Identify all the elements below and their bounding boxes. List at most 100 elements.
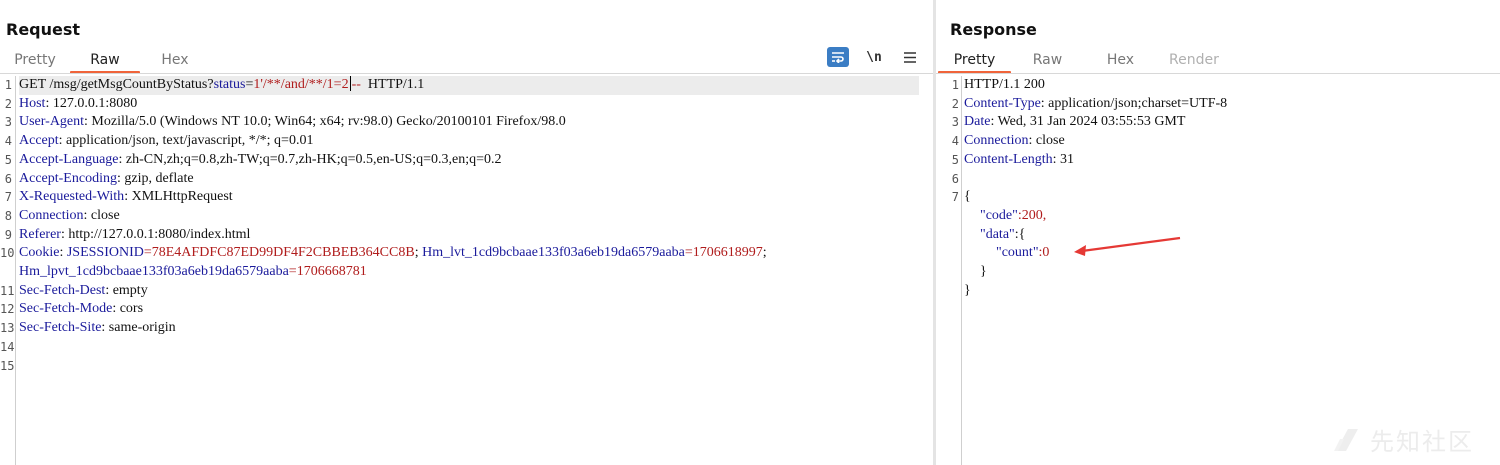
header-line: Accept-Encoding: gzip, deflate [19,170,933,189]
request-editor[interactable]: 1 2 3 4 5 6 7 8 9 10 11 12 13 14 15 GET … [0,76,933,465]
watermark: 先知社区 [1332,422,1474,457]
header-name: Content-Length [964,151,1053,167]
header-value: : close [83,207,120,223]
http-version: HTTP/1.1 [367,77,425,92]
header-value: : Wed, 31 Jan 2024 03:55:53 GMT [990,114,1186,130]
cookie-name: JSESSIONID [66,245,144,261]
status-line: HTTP/1.1 200 [964,77,1045,92]
show-newlines-button[interactable]: \n [863,47,885,67]
response-tab-hex[interactable]: Hex [1084,50,1157,74]
json-value: :0 [1038,245,1050,261]
cookie-header-line-wrapped: Hm_lpvt_1cd9bcbaae133f03a6eb19da6579aaba… [19,263,933,282]
line-number: 4 [4,134,12,149]
response-tabs: Pretty Raw Hex Render [938,50,1230,74]
text-caret [349,76,351,91]
header-name: Referer [19,226,61,242]
header-value: : same-origin [101,320,176,336]
header-name: Sec-Fetch-Mode [19,301,113,317]
watermark-text: 先知社区 [1370,428,1474,456]
line-number: 3 [4,115,12,130]
line-number: 3 [951,115,959,130]
line-number: 14 [0,339,15,354]
options-menu-button[interactable] [899,47,921,67]
line-number: 12 [0,302,15,317]
line-number: 1 [951,78,959,92]
request-tab-hex[interactable]: Hex [140,50,210,74]
header-value: : zh-CN,zh;q=0.8,zh-TW;q=0.7,zh-HK;q=0.5… [118,151,502,167]
json-key: "code" [980,207,1018,223]
header-line: Referer: http://127.0.0.1:8080/index.htm… [19,226,933,245]
query-param-value-tail: -- [351,77,368,92]
cookie-name: Hm_lpvt_1cd9bcbaae133f03a6eb19da6579aaba [19,264,289,279]
line-number: 11 [0,283,15,298]
header-line: X-Requested-With: XMLHttpRequest [19,188,933,207]
header-line: Content-Length: 31 [964,151,1500,170]
cookie-value: =1706618997 [684,245,763,261]
line-number: 10 [0,246,15,261]
line-number: 2 [4,96,12,111]
header-value: : 31 [1052,151,1075,167]
header-name: Accept-Encoding [19,170,117,186]
wrap-lines-button[interactable] [827,47,849,67]
line-number: 9 [4,227,12,242]
header-value: : 127.0.0.1:8080 [45,95,138,111]
header-line: Host: 127.0.0.1:8080 [19,95,933,114]
header-line: Connection: close [964,132,1500,151]
json-data-line: "data":{ [964,226,1500,245]
query-param-name: status [213,77,246,92]
json-count-line: "count":0 [964,244,1500,263]
header-line: Date: Wed, 31 Jan 2024 03:55:53 GMT [964,113,1500,132]
header-value: : Mozilla/5.0 (Windows NT 10.0; Win64; x… [84,114,566,130]
request-tab-divider [0,73,933,74]
json-open-brace: { [964,189,971,205]
header-name: Sec-Fetch-Dest [19,282,106,298]
header-line: Sec-Fetch-Site: same-origin [19,319,933,338]
request-tab-raw[interactable]: Raw [70,50,140,74]
request-tab-pretty[interactable]: Pretty [0,50,70,74]
wrap-lines-icon [832,52,844,63]
cookie-value: =78E4AFDFC87ED99DF4F2CBBEB364CC8B [143,245,415,261]
header-line: Sec-Fetch-Dest: empty [19,282,933,301]
cookie-separator: ; [414,245,423,261]
response-tab-render[interactable]: Render [1157,50,1230,74]
request-toolbar: \n [827,47,921,67]
line-number: 13 [0,321,15,336]
header-line: Content-Type: application/json;charset=U… [964,95,1500,114]
response-tab-pretty[interactable]: Pretty [938,50,1011,74]
response-title: Response [950,20,1037,39]
response-editor[interactable]: 1 2 3 4 5 6 7 HTTP/1.1 200 Content-Type:… [936,76,1500,465]
request-pane: Request Pretty Raw Hex \n 1 2 3 4 5 6 7 … [0,0,933,465]
line-number: 7 [951,190,959,205]
json-key: "count" [996,245,1039,261]
header-name: Accept-Language [19,151,119,167]
cookie-header-line: Cookie: JSESSIONID=78E4AFDFC87ED99DF4F2C… [19,244,933,263]
request-tabs: Pretty Raw Hex [0,50,210,74]
json-code-line: "code":200, [964,207,1500,226]
header-value: : XMLHttpRequest [124,189,233,205]
line-number: 5 [4,152,12,167]
header-value: : gzip, deflate [116,170,194,186]
response-tab-raw[interactable]: Raw [1011,50,1084,74]
cookie-value: =1706668781 [288,264,367,279]
json-key: "data" [980,226,1015,242]
header-value: : cors [112,301,144,317]
hamburger-menu-icon [904,51,916,63]
header-name: Content-Type [964,95,1041,111]
header-value: : empty [105,282,148,298]
line-number: 7 [4,190,12,205]
query-param-value: 1'/**/and/**/1=2 [253,77,349,92]
json-value: :{ [1014,226,1026,242]
response-tab-divider [936,73,1500,74]
line-number: 8 [4,208,12,223]
header-name: Sec-Fetch-Site [19,320,102,336]
header-name: Host [19,95,46,111]
header-line: Connection: close [19,207,933,226]
request-line-gutter: 1 2 3 4 5 6 7 8 9 10 11 12 13 14 15 [0,76,16,465]
line-number: 5 [951,152,959,167]
header-value: : http://127.0.0.1:8080/index.html [60,226,251,242]
response-pane: Response Pretty Raw Hex Render 1 2 3 4 5… [936,0,1500,465]
cookie-name: Hm_lvt_1cd9bcbaae133f03a6eb19da6579aaba [422,245,685,261]
header-line: User-Agent: Mozilla/5.0 (Windows NT 10.0… [19,113,933,132]
json-inner-close-brace: } [980,264,987,279]
json-close-brace: } [964,282,971,298]
